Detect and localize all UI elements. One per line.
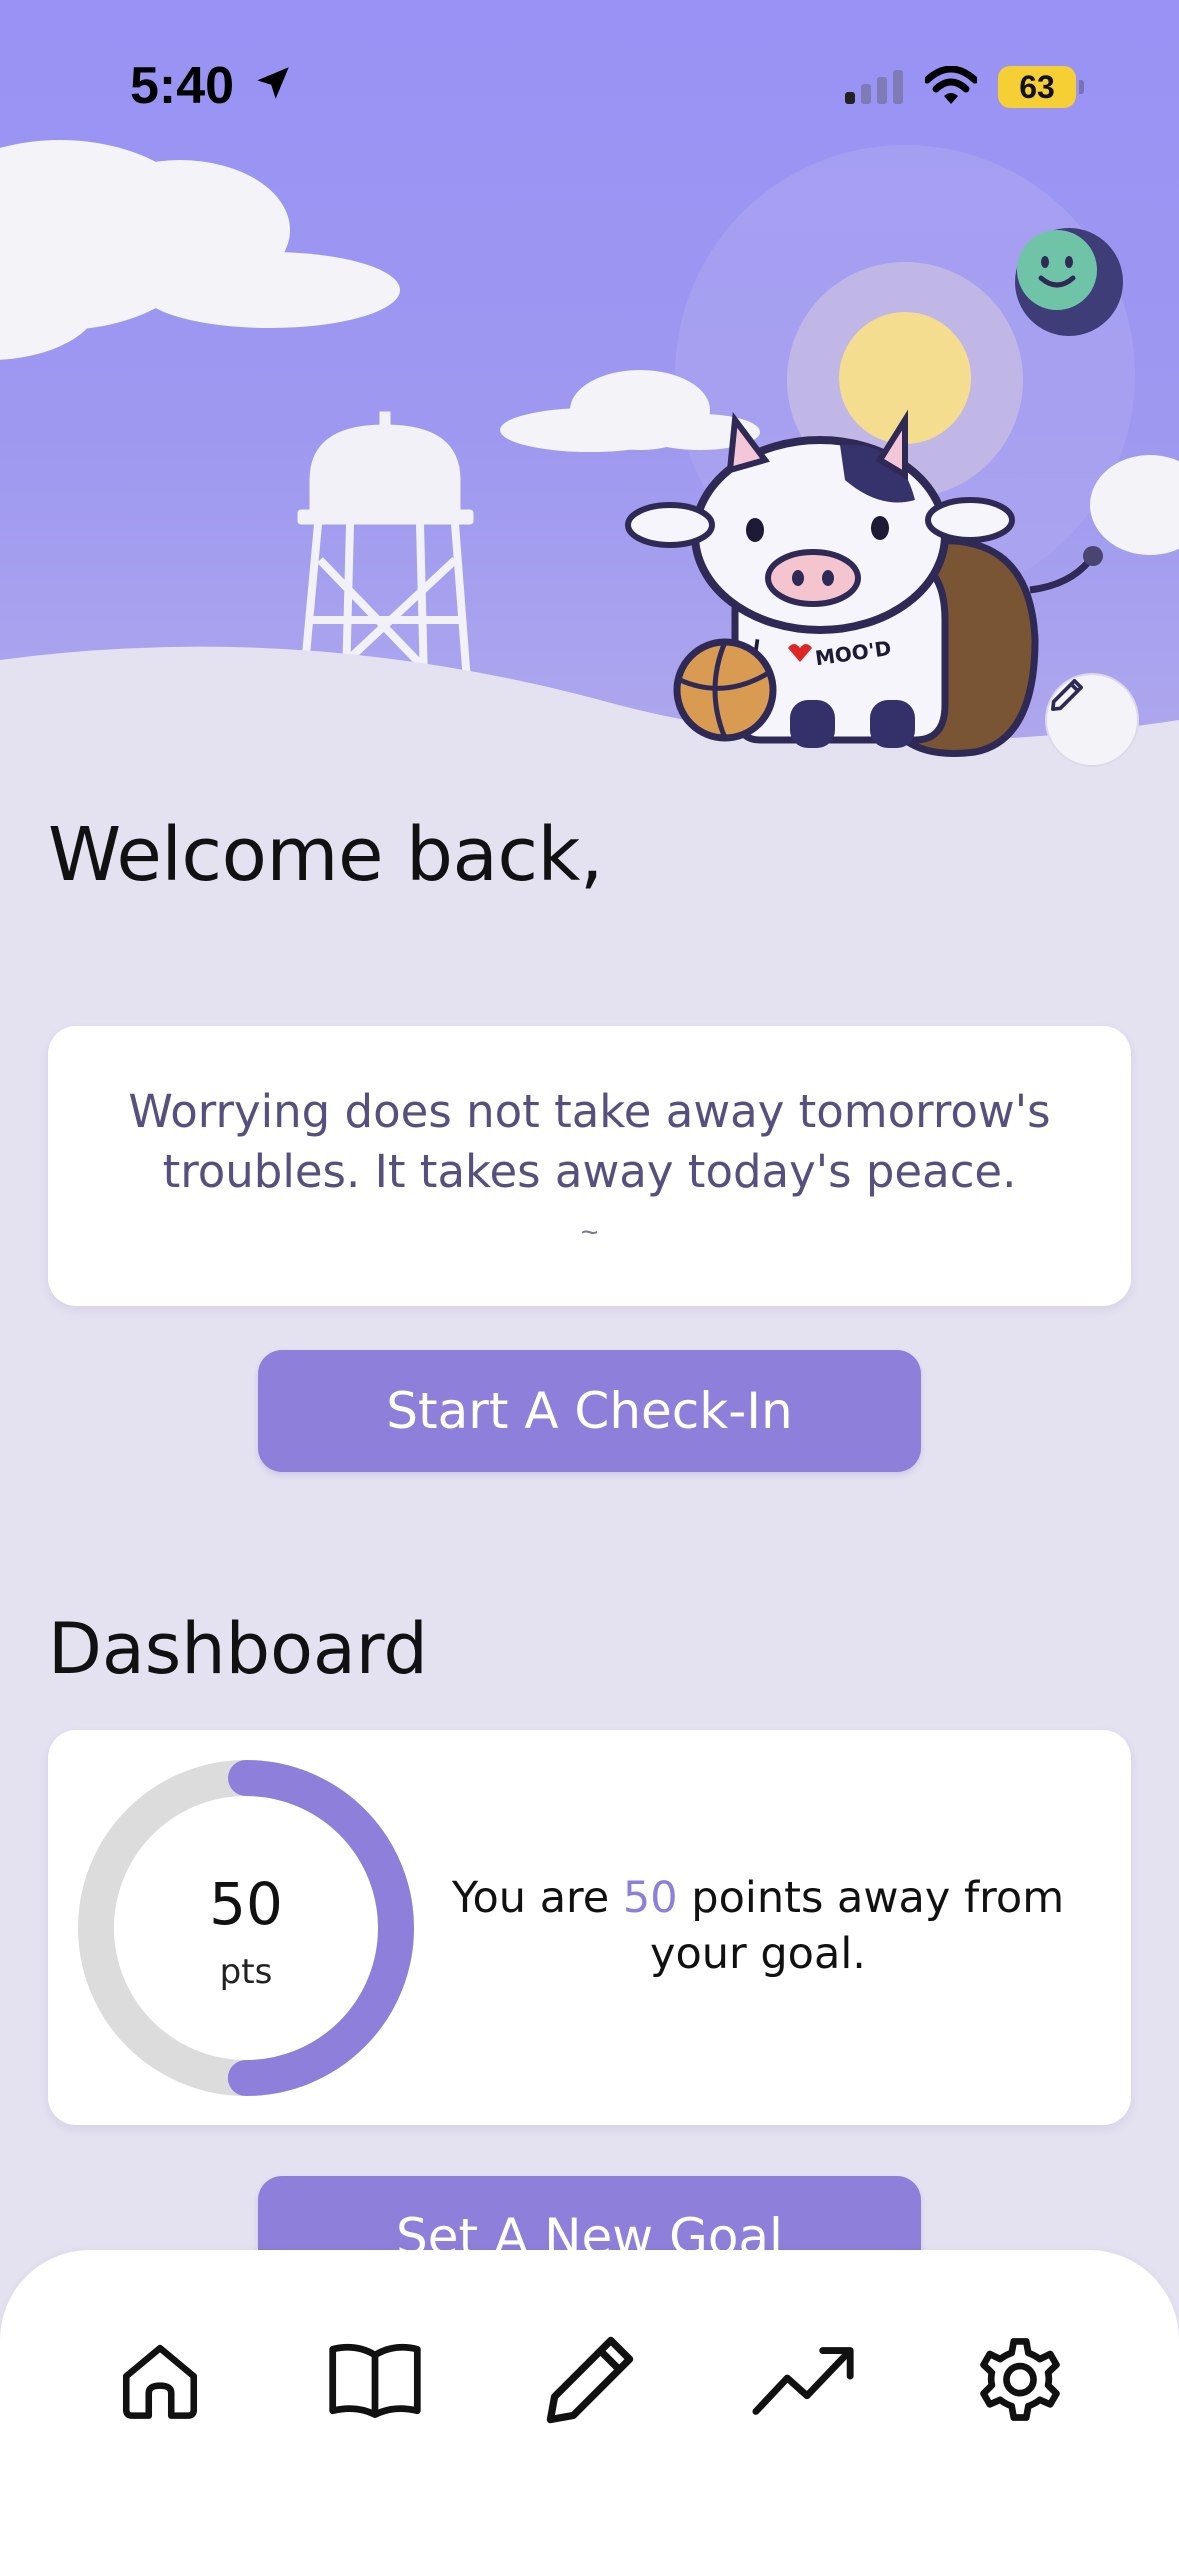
dashboard-card: 50 pts You are 50 points away from your … [48,1730,1131,2125]
pencil-icon [1051,679,1083,711]
goal-message: You are 50 points away from your goal. [408,1870,1108,1982]
tab-settings[interactable] [960,2320,1080,2440]
home-icon [122,2344,198,2419]
battery-cap [1079,80,1084,94]
battery-icon: 63 [998,66,1076,108]
goal-message-suffix: points away from your goal. [650,1873,1065,1979]
tab-write[interactable] [530,2320,650,2440]
points-unit: pts [219,1952,273,1992]
book-icon [329,2343,421,2418]
status-time: 5:40 [130,57,235,115]
dashboard-title: Dashboard [48,1608,428,1690]
mood-avatar-button[interactable] [1015,228,1123,336]
start-checkin-button[interactable]: Start A Check-In [258,1350,921,1472]
quote-card: Worrying does not take away tomorrow's t… [48,1026,1131,1306]
smiley-face-icon [1017,230,1097,310]
welcome-heading: Welcome back, [48,812,603,898]
quote-text: Worrying does not take away tomorrow's t… [128,1085,1051,1198]
tab-journal[interactable] [315,2320,435,2440]
status-bar: 5:40 63 [0,0,1179,150]
goal-message-prefix: You are [451,1873,623,1923]
points-value: 50 [209,1870,283,1938]
goal-message-value: 50 [622,1873,678,1923]
quote-author: ~ [580,1216,599,1249]
tab-bar [0,2250,1179,2556]
pencil-icon [546,2336,634,2424]
tab-trends[interactable] [745,2320,865,2440]
trending-up-icon [752,2347,854,2415]
tab-home[interactable] [100,2320,220,2440]
gear-icon [980,2338,1060,2421]
header-illustration: I MOO'D 5:40 63 [0,0,1179,780]
edit-avatar-button[interactable] [1045,673,1139,767]
